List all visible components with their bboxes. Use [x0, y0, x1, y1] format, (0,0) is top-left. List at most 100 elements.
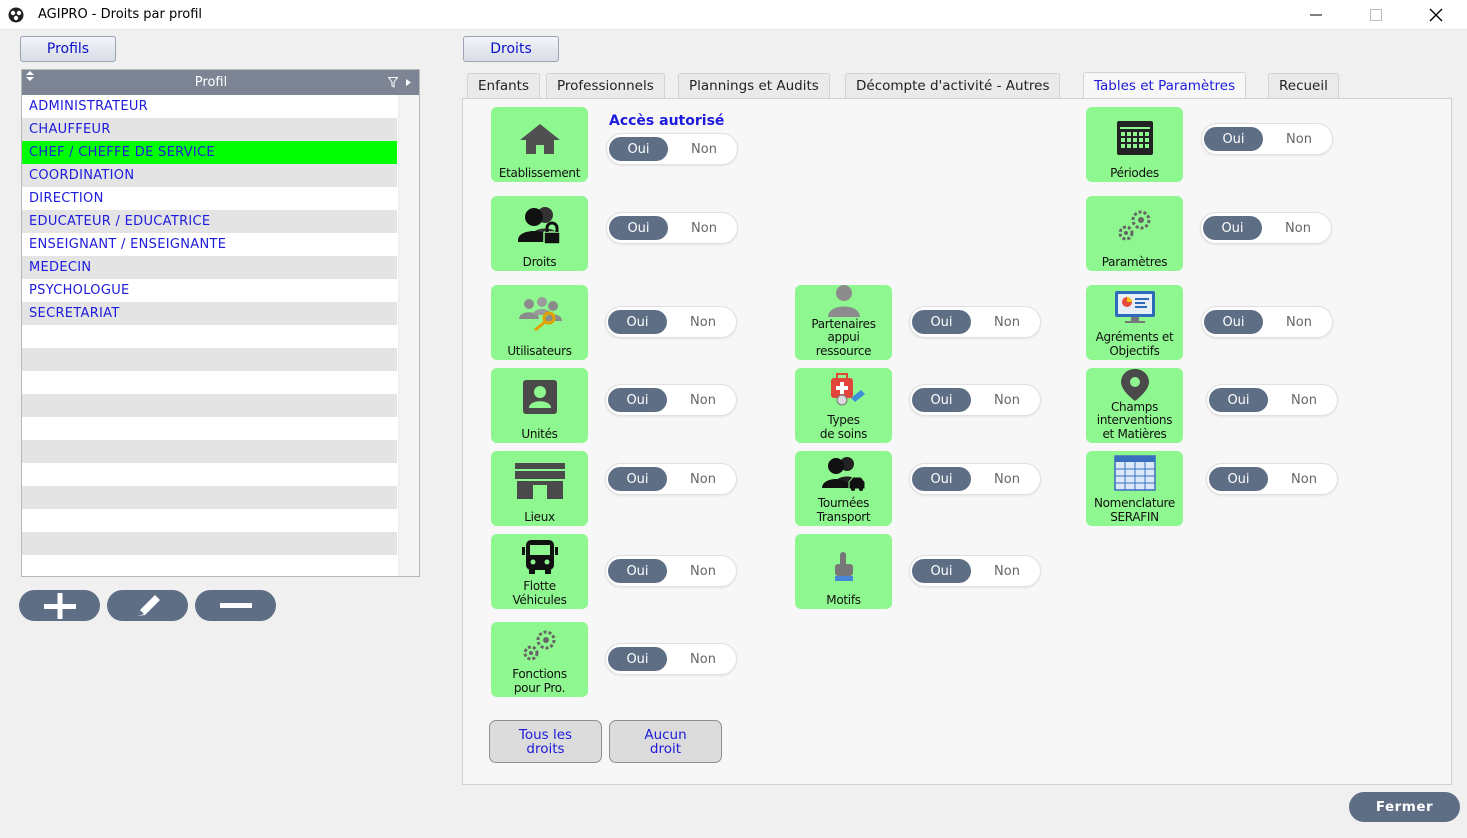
toggle-off[interactable]: Non [672, 310, 734, 334]
tile-label: Etablissement [498, 165, 581, 180]
list-item[interactable]: EDUCATEUR / EDUCATRICE [22, 210, 397, 233]
tab-tables-parametres[interactable]: Tables et Paramètres [1083, 72, 1247, 99]
toggle-unites[interactable]: Oui Non [605, 384, 737, 416]
toggle-on[interactable]: Oui [608, 310, 667, 334]
toggle-off[interactable]: Non [1273, 467, 1335, 491]
maximize-button[interactable] [1353, 0, 1399, 30]
minimize-icon [1310, 14, 1322, 16]
toggle-on[interactable]: Oui [1209, 388, 1268, 412]
toggle-off[interactable]: Non [673, 216, 735, 240]
toggle-off[interactable]: Non [672, 559, 734, 583]
toggle-motifs[interactable]: Oui Non [909, 555, 1041, 587]
toggle-champs-interventions[interactable]: Oui Non [1206, 384, 1338, 416]
toggle-on[interactable]: Oui [608, 647, 667, 671]
tile-label: Agréments et Objectifs [1086, 330, 1183, 358]
profils-button[interactable]: Profils [20, 36, 116, 62]
toggle-off[interactable]: Non [976, 467, 1038, 491]
toggle-off[interactable]: Non [1268, 127, 1330, 151]
toggle-off[interactable]: Non [976, 388, 1038, 412]
toggle-on[interactable]: Oui [912, 559, 971, 583]
no-rights-button[interactable]: Aucun droit [609, 720, 722, 763]
maximize-icon [1370, 9, 1382, 21]
monitor-chart-icon [1114, 291, 1155, 323]
toggle-on[interactable]: Oui [912, 388, 971, 412]
toggle-partenaires[interactable]: Oui Non [909, 306, 1041, 338]
toggle-off[interactable]: Non [1273, 388, 1335, 412]
toggle-off[interactable]: Non [672, 647, 734, 671]
toggle-on[interactable]: Oui [609, 216, 668, 240]
toggle-on[interactable]: Oui [609, 137, 668, 161]
toggle-on[interactable]: Oui [608, 467, 667, 491]
edit-profile-button[interactable] [107, 590, 188, 621]
toggle-lieux[interactable]: Oui Non [605, 463, 737, 495]
droits-button[interactable]: Droits [463, 36, 559, 62]
store-icon [514, 463, 565, 499]
tab-plannings-audits[interactable]: Plannings et Audits [678, 73, 830, 98]
empty-row [22, 440, 397, 463]
toggle-nomenclature-serafin[interactable]: Oui Non [1206, 463, 1338, 495]
list-item-selected[interactable]: CHEF / CHEFFE DE SERVICE [22, 141, 397, 164]
tile-label: Motifs [826, 592, 861, 607]
toggle-off[interactable]: Non [672, 467, 734, 491]
toggle-off[interactable]: Non [672, 388, 734, 412]
close-window-button[interactable] [1413, 0, 1459, 30]
toggle-off[interactable]: Non [976, 310, 1038, 334]
chevron-right-icon[interactable] [406, 79, 411, 86]
close-button[interactable]: Fermer [1349, 792, 1460, 822]
tab-recueil[interactable]: Recueil [1268, 73, 1339, 98]
tab-decompte-activite[interactable]: Décompte d'activité - Autres [845, 73, 1061, 98]
list-item[interactable]: MEDECIN [22, 256, 397, 279]
filter-icon[interactable] [388, 77, 398, 88]
toggle-utilisateurs[interactable]: Oui Non [605, 306, 737, 338]
toggle-on[interactable]: Oui [608, 559, 667, 583]
toggle-off[interactable]: Non [1268, 310, 1330, 334]
toggle-off[interactable]: Non [1267, 216, 1329, 240]
add-profile-button[interactable] [19, 590, 100, 621]
list-item[interactable]: DIRECTION [22, 187, 397, 210]
list-item[interactable]: COORDINATION [22, 164, 397, 187]
empty-row [22, 532, 397, 555]
toggle-on[interactable]: Oui [1204, 127, 1263, 151]
tile-label-line: Tournées [817, 496, 870, 510]
user-card-icon [522, 380, 557, 414]
toggle-on[interactable]: Oui [608, 388, 667, 412]
toggle-periodes[interactable]: Oui Non [1201, 123, 1333, 155]
tile-label: Tournées Transport [795, 496, 892, 524]
toggle-on[interactable]: Oui [912, 467, 971, 491]
spreadsheet-icon [1113, 455, 1156, 491]
app-logo-icon [8, 7, 24, 23]
toggle-off[interactable]: Non [673, 137, 735, 161]
list-item[interactable]: SECRETARIAT [22, 302, 397, 325]
tab-enfants[interactable]: Enfants [467, 73, 540, 98]
tab-professionnels[interactable]: Professionnels [546, 73, 665, 98]
all-rights-button[interactable]: Tous les droits [489, 720, 602, 763]
list-scrollbar[interactable] [398, 95, 419, 576]
calendar-icon [1116, 121, 1153, 155]
toggle-fonctions-pro[interactable]: Oui Non [605, 643, 737, 675]
toggle-types-soins[interactable]: Oui Non [909, 384, 1041, 416]
list-item[interactable]: CHAUFFEUR [22, 118, 397, 141]
tile-flotte-vehicules: Flotte Véhicules [491, 534, 588, 609]
tile-fonctions-pro: Fonctions pour Pro. [491, 622, 588, 697]
tile-label-line: pour Pro. [513, 680, 566, 695]
toggle-on[interactable]: Oui [1204, 310, 1263, 334]
toggle-on[interactable]: Oui [1203, 216, 1262, 240]
toggle-on[interactable]: Oui [912, 310, 971, 334]
toggle-tournees-transport[interactable]: Oui Non [909, 463, 1041, 495]
profile-list-header[interactable]: Profil [22, 70, 419, 95]
list-item[interactable]: ADMINISTRATEUR [22, 95, 397, 118]
minus-icon [219, 602, 252, 608]
tile-nomenclature-serafin: Nomenclature SERAFIN [1086, 451, 1183, 526]
toggle-flotte-vehicules[interactable]: Oui Non [605, 555, 737, 587]
list-item[interactable]: ENSEIGNANT / ENSEIGNANTE [22, 233, 397, 256]
toggle-on[interactable]: Oui [1209, 467, 1268, 491]
toggle-etablissement[interactable]: Oui Non [606, 133, 738, 165]
minimize-button[interactable] [1293, 0, 1339, 30]
toggle-parametres[interactable]: Oui Non [1200, 212, 1332, 244]
remove-profile-button[interactable] [195, 590, 276, 621]
toggle-agrements-objectifs[interactable]: Oui Non [1201, 306, 1333, 338]
toggle-droits[interactable]: Oui Non [606, 212, 738, 244]
toggle-off[interactable]: Non [976, 559, 1038, 583]
pointing-hand-icon [834, 552, 853, 581]
list-item[interactable]: PSYCHOLOGUE [22, 279, 397, 302]
